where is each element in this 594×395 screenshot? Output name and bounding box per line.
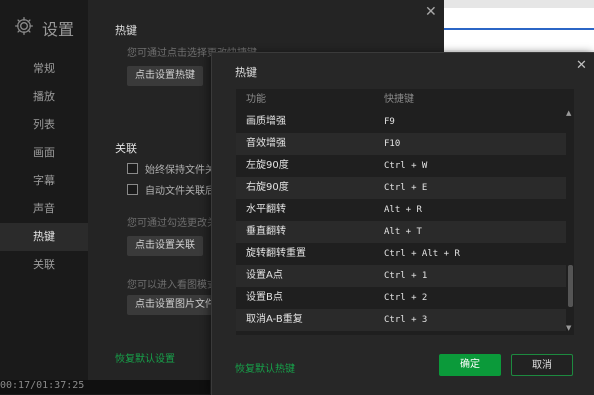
function-cell: 水平翻转 bbox=[246, 204, 286, 215]
close-icon[interactable]: ✕ bbox=[425, 4, 437, 20]
sidebar-item-sound[interactable]: 声音 bbox=[0, 195, 88, 223]
column-header-shortcut: 快捷键 bbox=[384, 94, 414, 105]
set-hotkey-button[interactable]: 点击设置热键 bbox=[127, 66, 203, 86]
checkbox-box[interactable] bbox=[127, 163, 138, 174]
function-cell: 设置B点 bbox=[246, 292, 283, 303]
sidebar-item-association[interactable]: 关联 bbox=[0, 251, 88, 279]
shortcut-cell: Alt + T bbox=[384, 227, 422, 237]
auto-assoc-checkbox[interactable]: 自动文件关联后 bbox=[127, 182, 215, 197]
image-mode-hint: 您可以进入看图模式 bbox=[127, 280, 217, 291]
settings-title: 设置 bbox=[42, 20, 75, 39]
shortcut-cell: Ctrl + Alt + R bbox=[384, 249, 460, 259]
hotkey-section-title: 热键 bbox=[115, 24, 137, 37]
sidebar-item-subtitle[interactable]: 字幕 bbox=[0, 167, 88, 195]
function-cell: 右旋90度 bbox=[246, 182, 289, 193]
scrollbar-thumb[interactable] bbox=[568, 265, 573, 307]
ok-button[interactable]: 确定 bbox=[439, 354, 501, 376]
function-cell: 左旋90度 bbox=[246, 160, 289, 171]
set-assoc-button[interactable]: 点击设置关联 bbox=[127, 236, 203, 256]
sidebar-item-list[interactable]: 列表 bbox=[0, 111, 88, 139]
table-row[interactable]: 旋转翻转重置 Ctrl + Alt + R bbox=[236, 243, 566, 265]
assoc-hint: 您可通过勾选更改关 bbox=[127, 218, 217, 229]
sidebar-item-general[interactable]: 常规 bbox=[0, 55, 88, 83]
table-row[interactable]: 左旋90度 Ctrl + W bbox=[236, 155, 566, 177]
table-row[interactable]: 音效增强 F10 bbox=[236, 133, 566, 155]
set-image-assoc-button[interactable]: 点击设置图片文件 bbox=[127, 295, 223, 315]
reset-hotkeys-link[interactable]: 恢复默认热键 bbox=[235, 360, 295, 375]
function-cell: 设置A点 bbox=[246, 270, 283, 281]
keep-assoc-label: 始终保持文件关 bbox=[145, 165, 215, 176]
table-row[interactable]: 取消A-B重复 Ctrl + 3 bbox=[236, 309, 566, 331]
hotkey-dialog: 热键 ✕ 功能 快捷键 画质增强 F9 音效增强 F10 左旋90度 Ctrl + W… bbox=[211, 52, 594, 395]
table-row[interactable]: 垂直翻转 Alt + T bbox=[236, 221, 566, 243]
column-header-function: 功能 bbox=[246, 94, 266, 105]
function-cell: 取消A-B重复 bbox=[246, 314, 303, 325]
table-row[interactable]: 水平翻转 Alt + R bbox=[236, 199, 566, 221]
function-cell: 画质增强 bbox=[246, 116, 286, 127]
assoc-section-title: 关联 bbox=[115, 142, 137, 155]
settings-sidebar: 设置 常规 播放 列表 画面 字幕 声音 热键 关联 bbox=[0, 0, 88, 394]
scroll-down-icon[interactable]: ▼ bbox=[566, 324, 571, 332]
close-icon[interactable]: ✕ bbox=[576, 58, 587, 73]
table-row[interactable]: 右旋90度 Ctrl + E bbox=[236, 177, 566, 199]
auto-assoc-label: 自动文件关联后 bbox=[145, 186, 215, 197]
function-cell: 音效增强 bbox=[246, 138, 286, 149]
shortcut-cell: Ctrl + 3 bbox=[384, 315, 428, 325]
scroll-up-icon[interactable]: ▲ bbox=[566, 109, 571, 117]
function-cell: 旋转翻转重置 bbox=[246, 248, 306, 259]
sidebar-item-hotkey[interactable]: 热键 bbox=[0, 223, 88, 251]
cancel-button[interactable]: 取消 bbox=[511, 354, 573, 376]
settings-title-row: 设置 bbox=[14, 16, 74, 40]
table-row[interactable]: 设置A点 Ctrl + 1 bbox=[236, 265, 566, 287]
playback-time: 00:17/01:37:25 bbox=[0, 380, 85, 391]
shortcut-cell: Alt + R bbox=[384, 205, 422, 215]
function-cell: 垂直翻转 bbox=[246, 226, 286, 237]
hotkey-dialog-title: 热键 bbox=[235, 66, 257, 79]
shortcut-cell: Ctrl + E bbox=[384, 183, 428, 193]
reset-defaults-link[interactable]: 恢复默认设置 bbox=[115, 350, 175, 365]
shortcut-cell: F10 bbox=[384, 139, 401, 149]
table-header: 功能 快捷键 bbox=[236, 89, 574, 111]
sidebar-item-picture[interactable]: 画面 bbox=[0, 139, 88, 167]
hotkey-table: 功能 快捷键 画质增强 F9 音效增强 F10 左旋90度 Ctrl + W 右旋90… bbox=[236, 89, 574, 335]
gear-icon bbox=[14, 16, 34, 40]
table-rows: 画质增强 F9 音效增强 F10 左旋90度 Ctrl + W 右旋90度 Ctrl +… bbox=[236, 111, 566, 331]
player-status-bar: 00:17/01:37:25 bbox=[0, 380, 210, 394]
shortcut-cell: Ctrl + 1 bbox=[384, 271, 428, 281]
checkbox-box[interactable] bbox=[127, 184, 138, 195]
background-toolbar bbox=[444, 0, 594, 8]
sidebar-item-playback[interactable]: 播放 bbox=[0, 83, 88, 111]
shortcut-cell: Ctrl + W bbox=[384, 161, 428, 171]
table-row[interactable]: 设置B点 Ctrl + 2 bbox=[236, 287, 566, 309]
keep-assoc-checkbox[interactable]: 始终保持文件关 bbox=[127, 161, 215, 176]
table-scrollbar[interactable]: ▲ ▼ bbox=[566, 109, 574, 335]
shortcut-cell: F9 bbox=[384, 117, 395, 127]
shortcut-cell: Ctrl + 2 bbox=[384, 293, 428, 303]
background-accent-line bbox=[444, 28, 594, 30]
table-row[interactable]: 画质增强 F9 bbox=[236, 111, 566, 133]
